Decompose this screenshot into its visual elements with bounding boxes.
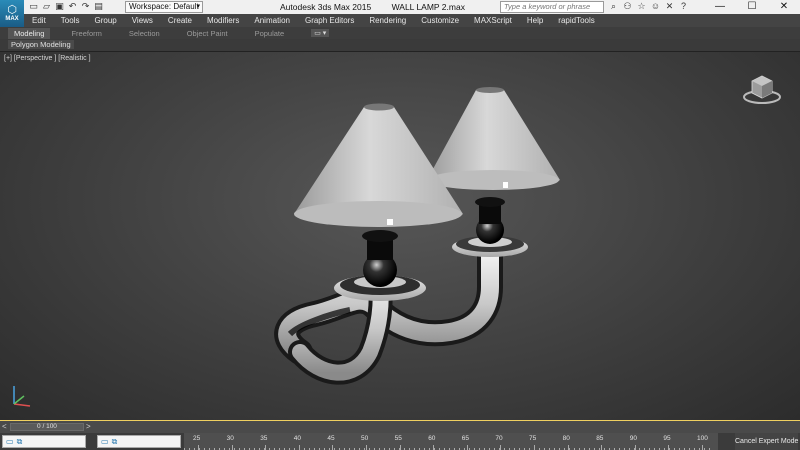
menu-tools[interactable]: Tools: [61, 16, 80, 25]
title-bar: ⬡ MAX ▭ ▱ ▣ ↶ ↷ ▤ Workspace: Default ▾ A…: [0, 0, 800, 27]
open-icon[interactable]: ▱: [41, 1, 52, 12]
menu-create[interactable]: Create: [168, 16, 192, 25]
menu-group[interactable]: Group: [94, 16, 116, 25]
ruler-tick: [231, 445, 233, 450]
viewcube-icon[interactable]: [742, 72, 782, 106]
ruler-label: 75: [529, 435, 537, 442]
redo-icon[interactable]: ↷: [80, 1, 91, 12]
ruler-label: 40: [293, 435, 302, 442]
ribbon-tabs: Modeling Freeform Selection Object Paint…: [0, 27, 800, 39]
prev-frame-button[interactable]: <: [2, 422, 7, 431]
menu-bar: Edit Tools Group Views Create Modifiers …: [0, 14, 800, 27]
close-button[interactable]: ✕: [768, 0, 800, 14]
ruler-label: 25: [193, 435, 201, 442]
infocenter-toolbar: ⌕ ⚇ ☆ ☺ ✕ ?: [608, 1, 689, 12]
menu-views[interactable]: Views: [132, 16, 153, 25]
window-controls: — ☐ ✕: [704, 0, 800, 14]
ruler-tick: [265, 445, 267, 450]
new-icon[interactable]: ▭: [28, 1, 39, 12]
tab-freeform[interactable]: Freeform: [71, 29, 101, 38]
script-copy-icon: ⧉: [111, 436, 118, 446]
ruler-tick: [500, 445, 502, 450]
ruler-label: 85: [596, 435, 604, 442]
ruler-label: 65: [461, 435, 470, 442]
workspace-dropdown[interactable]: Workspace: Default ▾: [125, 1, 203, 13]
menu-graph-editors[interactable]: Graph Editors: [305, 16, 354, 25]
file-name: WALL LAMP 2.max: [391, 2, 465, 12]
track-bar-ruler[interactable]: 25 30 35 40 45 50 55 60 65 70 75 80 85 90 95 100: [184, 433, 718, 450]
menu-modifiers[interactable]: Modifiers: [207, 16, 239, 25]
menu-rendering[interactable]: Rendering: [369, 16, 406, 25]
ruler-label: 60: [428, 435, 436, 442]
search-placeholder: Type a keyword or phrase: [504, 2, 591, 11]
help-icon[interactable]: ?: [678, 1, 689, 12]
workspace-value: Workspace: Default: [129, 2, 199, 11]
tab-selection[interactable]: Selection: [129, 29, 160, 38]
ruler-label: 50: [361, 435, 369, 442]
perspective-viewport[interactable]: [+] [Perspective ] [Realistic ]: [0, 51, 800, 421]
menu-animation[interactable]: Animation: [254, 16, 290, 25]
ruler-tick: [601, 445, 603, 450]
lamp-head-left: [294, 103, 463, 301]
maxscript-mini-listener[interactable]: ▭ ⧉: [97, 435, 181, 448]
quick-access-toolbar: ▭ ▱ ▣ ↶ ↷ ▤: [28, 1, 104, 12]
maximize-button[interactable]: ☐: [736, 0, 768, 14]
chevron-down-icon: ▾: [196, 3, 200, 10]
menu-help[interactable]: Help: [527, 16, 543, 25]
ruler-label: 70: [495, 435, 503, 442]
window-title: Autodesk 3ds Max 2015 WALL LAMP 2.max: [280, 2, 465, 12]
ruler-label: 95: [663, 435, 671, 442]
tab-object-paint[interactable]: Object Paint: [187, 29, 228, 38]
menu-rapidtools[interactable]: rapidTools: [558, 16, 594, 25]
ruler-label: 90: [629, 435, 638, 442]
ruler-label: 80: [562, 435, 570, 442]
lamp-head-right: [427, 87, 560, 257]
ruler-label: 100: [697, 435, 708, 442]
time-slider-bar: < 0 / 100 >: [0, 421, 800, 433]
axis-tripod-icon: [13, 386, 31, 407]
menu-edit[interactable]: Edit: [32, 16, 46, 25]
search-icon[interactable]: ⌕: [608, 1, 619, 12]
app-logo-text: MAX: [5, 16, 19, 22]
script-window-icon: ▭: [101, 437, 109, 446]
ruler-label: 45: [327, 435, 335, 442]
menu-maxscript[interactable]: MAXScript: [474, 16, 512, 25]
star-icon[interactable]: ☆: [636, 1, 647, 12]
status-bar: ▭ ⧉ ▭ ⧉ 25 30 35 40 45 50 55 60 65 70 75 80 85 90 95 10…: [0, 433, 800, 450]
search-input[interactable]: Type a keyword or phrase: [500, 1, 604, 13]
cancel-expert-mode-button[interactable]: Cancel Expert Mode: [735, 433, 799, 450]
maxscript-listener-box[interactable]: ▭ ⧉: [2, 435, 86, 448]
user-icon[interactable]: ☺: [650, 1, 661, 12]
ruler-tick: [702, 445, 703, 450]
project-icon[interactable]: ▤: [93, 1, 104, 12]
wall-lamp-model[interactable]: [0, 52, 800, 421]
minimize-button[interactable]: —: [704, 0, 736, 14]
script-copy-icon: ⧉: [16, 436, 23, 446]
undo-icon[interactable]: ↶: [67, 1, 78, 12]
app-menu-button[interactable]: ⬡ MAX: [0, 0, 24, 27]
time-slider[interactable]: 0 / 100: [10, 423, 84, 431]
menu-customize[interactable]: Customize: [421, 16, 459, 25]
next-frame-button[interactable]: >: [86, 422, 91, 431]
ruler-label: 55: [394, 435, 402, 442]
tab-populate[interactable]: Populate: [255, 29, 285, 38]
ribbon-options-icon[interactable]: ▭ ▾: [311, 29, 330, 37]
3dsmax-logo-icon: ⬡: [7, 4, 17, 16]
save-icon[interactable]: ▣: [54, 1, 65, 12]
close-x-icon[interactable]: ✕: [664, 1, 675, 12]
ruler-tick: [366, 445, 367, 450]
ruler-label: 30: [226, 435, 234, 442]
tab-modeling[interactable]: Modeling: [8, 27, 51, 39]
ribbon-panel-bar: Polygon Modeling: [0, 39, 800, 51]
ruler-label: 35: [260, 435, 268, 442]
polygon-modeling-panel[interactable]: Polygon Modeling: [8, 40, 74, 49]
binoculars-icon[interactable]: ⚇: [622, 1, 633, 12]
app-title: Autodesk 3ds Max 2015: [280, 2, 372, 12]
ruler-tick: [466, 445, 468, 450]
script-window-icon: ▭: [6, 437, 14, 446]
